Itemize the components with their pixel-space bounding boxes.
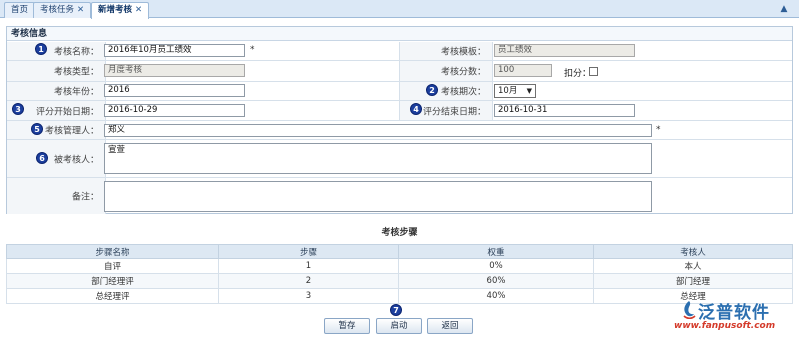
form-row-assessee: 被考核人： 宣萱 xyxy=(7,140,792,178)
tab-assessment-tasks[interactable]: 考核任务 ✕ xyxy=(33,2,92,18)
type-label: 考核类型： xyxy=(53,67,99,78)
step-name-cell: 自评 xyxy=(6,258,219,274)
tab-new-assessment-label: 新增考核 xyxy=(98,5,133,15)
deduct-checkbox[interactable] xyxy=(589,67,598,76)
template-input: 员工绩效 xyxy=(494,44,635,57)
required-mark: * xyxy=(250,45,255,55)
remark-textarea[interactable] xyxy=(104,181,652,212)
tab-bar: 首页 考核任务 ✕ 新增考核 ✕ ▲ xyxy=(0,0,799,19)
marker-badge: 7 xyxy=(390,304,402,316)
name-label: 考核名称： xyxy=(53,47,99,58)
chevron-down-icon: ▼ xyxy=(526,87,532,95)
marker-badge: 6 xyxy=(36,152,48,164)
step-number-cell: 2 xyxy=(218,273,399,289)
assessee-label: 被考核人： xyxy=(53,155,99,165)
end-date-label: 评分结束日期： xyxy=(422,107,486,117)
start-button[interactable]: 启动 xyxy=(376,318,422,334)
period-select[interactable]: 10月 ▼ xyxy=(494,84,536,98)
assessee-textarea[interactable]: 宣萱 xyxy=(104,143,652,174)
start-date-label: 评分开始日期： xyxy=(35,107,99,117)
brand-name: 泛普软件 xyxy=(698,303,770,323)
column-header: 步骤 xyxy=(218,244,399,259)
step-number-cell: 3 xyxy=(218,288,399,304)
required-mark: * xyxy=(656,125,661,135)
close-icon[interactable]: ✕ xyxy=(135,5,142,15)
section-title: 考核信息 xyxy=(7,27,792,41)
watermark-logo: 泛普软件 www.fanpusoft.com xyxy=(668,298,796,338)
type-input: 月度考核 xyxy=(104,64,245,77)
close-icon[interactable]: ✕ xyxy=(77,5,84,15)
step-weight-cell: 40% xyxy=(398,288,594,304)
form-row-remark: 备注： xyxy=(7,178,792,214)
brand-url: www.fanpusoft.com xyxy=(674,321,776,331)
step-assessor-cell: 部门经理 xyxy=(593,273,793,289)
table-row[interactable]: 自评 1 0% 本人 xyxy=(6,258,793,274)
tab-new-assessment[interactable]: 新增考核 ✕ xyxy=(91,2,150,19)
marker-badge: 4 xyxy=(410,103,422,115)
marker-badge: 2 xyxy=(426,84,438,96)
marker-badge: 5 xyxy=(31,123,43,135)
start-date-input[interactable]: 2016-10-29 xyxy=(104,104,245,117)
form-row-manager: 考核管理人： 郑义 * xyxy=(7,121,792,140)
deduct-label: 扣分： xyxy=(564,69,592,79)
column-header: 权重 xyxy=(398,244,594,259)
year-label: 考核年份： xyxy=(53,87,99,98)
score-input: 100 xyxy=(494,64,552,77)
form-row-name: 考核名称： 2016年10月员工绩效 * 考核模板： 员工绩效 xyxy=(7,42,792,61)
step-assessor-cell: 本人 xyxy=(593,258,793,274)
steps-table: 步骤名称 步骤 权重 考核人 自评 1 0% 本人 部门经理评 2 60% 部门… xyxy=(6,244,793,304)
table-row[interactable]: 部门经理评 2 60% 部门经理 xyxy=(6,273,793,289)
assessment-info-panel: 考核信息 考核名称： 2016年10月员工绩效 * 考核模板： 员工绩效 考核类… xyxy=(6,26,793,214)
step-name-cell: 部门经理评 xyxy=(6,273,219,289)
form-row-dates: 评分开始日期： 2016-10-29 评分结束日期： 2016-10-31 xyxy=(7,101,792,121)
save-draft-button[interactable]: 暂存 xyxy=(324,318,370,334)
year-input[interactable]: 2016 xyxy=(104,84,245,97)
steps-title: 考核步骤 xyxy=(381,228,418,238)
table-header-row: 步骤名称 步骤 权重 考核人 xyxy=(6,244,793,259)
tab-assessment-tasks-label: 考核任务 xyxy=(40,5,75,15)
end-date-input[interactable]: 2016-10-31 xyxy=(494,104,635,117)
template-label: 考核模板： xyxy=(440,47,486,58)
step-weight-cell: 60% xyxy=(398,273,594,289)
form-row-type: 考核类型： 月度考核 考核分数： 100 扣分： xyxy=(7,61,792,82)
step-weight-cell: 0% xyxy=(398,258,594,274)
marker-badge: 1 xyxy=(35,43,47,55)
manager-label: 考核管理人： xyxy=(44,126,99,137)
brand-mark-icon xyxy=(683,301,696,320)
tab-home[interactable]: 首页 xyxy=(4,2,36,18)
back-button[interactable]: 返回 xyxy=(427,318,473,334)
period-label: 考核期次： xyxy=(440,87,486,98)
tab-home-label: 首页 xyxy=(11,5,29,15)
column-header: 考核人 xyxy=(593,244,793,259)
marker-badge: 3 xyxy=(12,103,24,115)
tab-scroll-right-icon[interactable]: ▲ xyxy=(779,3,789,15)
name-input[interactable]: 2016年10月员工绩效 xyxy=(104,44,245,57)
manager-input[interactable]: 郑义 xyxy=(104,124,652,137)
form-row-year: 考核年份： 2016 考核期次： 10月 ▼ xyxy=(7,82,792,101)
column-header: 步骤名称 xyxy=(6,244,219,259)
period-value: 10月 xyxy=(498,86,518,96)
score-label: 考核分数： xyxy=(440,67,486,78)
step-number-cell: 1 xyxy=(218,258,399,274)
remark-label: 备注： xyxy=(71,192,99,203)
step-name-cell: 总经理评 xyxy=(6,288,219,304)
